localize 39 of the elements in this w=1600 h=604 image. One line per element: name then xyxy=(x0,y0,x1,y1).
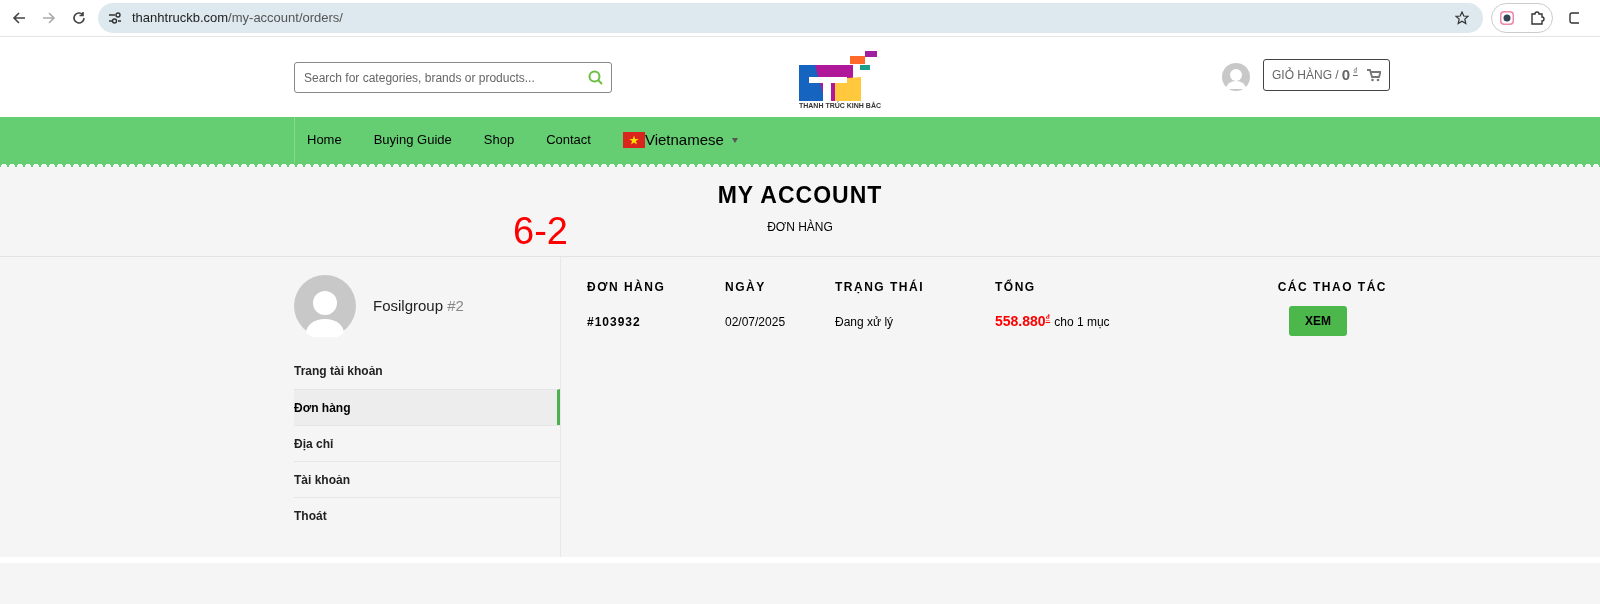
annotation-text: 6-2 xyxy=(513,212,568,250)
item-count: cho 1 mục xyxy=(1054,313,1110,331)
reload-icon[interactable] xyxy=(72,11,86,25)
cart-button[interactable]: GIỎ HÀNG / 0 $^{₫}$ xyxy=(1263,59,1390,91)
column-header: NGÀY xyxy=(725,278,767,296)
page-title: MY ACCOUNT xyxy=(717,181,883,210)
bookmark-star-icon[interactable] xyxy=(1455,11,1469,25)
column-header: TỔNG xyxy=(995,278,1037,296)
order-date: 02/07/2025 xyxy=(725,315,786,329)
column-header: TRẠNG THÁI xyxy=(835,278,925,296)
sidebar-item[interactable]: Địa chỉ xyxy=(294,425,560,461)
caret-icon xyxy=(731,137,738,143)
address-bar[interactable]: thanhtruckb.com/my-account/orders/ xyxy=(98,3,1483,33)
puzzle-icon[interactable] xyxy=(1529,10,1545,26)
avatar-icon xyxy=(294,275,356,337)
nav-link[interactable]: Contact xyxy=(546,130,591,150)
order-total: 558.880$^{₫}$ xyxy=(995,311,1051,331)
sidebar-item[interactable]: Tài khoản xyxy=(294,461,560,497)
sidebar-item[interactable]: Đơn hàng xyxy=(294,389,560,425)
sidebar-item[interactable]: Trang tài khoản xyxy=(294,353,560,389)
account-name: Fosilgroup #2 xyxy=(373,295,464,316)
sidebar-item[interactable]: Thoát xyxy=(294,497,560,533)
nav-link[interactable]: Shop xyxy=(483,130,515,150)
column-header: CÁC THAO TÁC xyxy=(1276,278,1387,296)
nav-link[interactable]: Buying Guide xyxy=(373,130,452,150)
column-header: ĐƠN HÀNG xyxy=(587,278,667,296)
nav-link[interactable]: Home xyxy=(307,130,342,150)
site-settings-icon[interactable] xyxy=(108,12,122,24)
extension-icon[interactable] xyxy=(1499,10,1515,26)
url-text: thanhtruckb.com/my-account/orders/ xyxy=(132,9,343,28)
cart-icon xyxy=(1366,68,1381,82)
page-subtitle: ĐƠN HÀNG xyxy=(767,218,833,236)
vietnam-flag-icon xyxy=(622,132,645,148)
language-menu[interactable]: Vietnamese xyxy=(622,128,738,152)
back-icon[interactable] xyxy=(12,11,26,25)
order-number: #103932 xyxy=(587,315,641,329)
search-field[interactable]: Search for categories, brands or products... xyxy=(294,62,612,93)
view-button[interactable]: XEM xyxy=(1289,306,1347,336)
order-status: Đang xử lý xyxy=(835,315,894,329)
